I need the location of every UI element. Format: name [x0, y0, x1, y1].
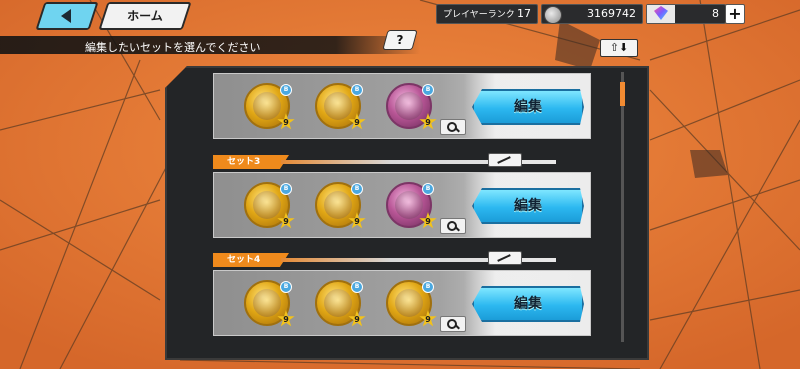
level-star: 9 — [348, 310, 366, 327]
sort-button[interactable]: ⇧⬇ — [600, 39, 638, 57]
scrollbar-track[interactable] — [621, 72, 624, 342]
help-icon: ? — [396, 33, 404, 47]
medal-badge-icon: B — [280, 183, 292, 195]
medal-badge-icon: B — [422, 84, 434, 96]
medal-icon[interactable]: B 9 — [244, 83, 295, 130]
set-name-tab: セット3 — [213, 155, 289, 169]
medal-icon[interactable]: B 9 — [244, 182, 295, 229]
set-name: セット4 — [227, 255, 261, 265]
help-button[interactable]: ? — [382, 30, 418, 50]
home-button-label: ホーム — [127, 9, 163, 23]
set-name-tab: セット4 — [213, 253, 289, 267]
coin-value: 3169742 — [587, 7, 636, 20]
level-star: 9 — [419, 113, 437, 130]
edit-button-label: 編集 — [514, 296, 542, 312]
player-rank-label: プレイヤーランク — [443, 10, 515, 20]
medal-badge-icon: B — [422, 183, 434, 195]
medal-badge-icon: B — [351, 183, 363, 195]
set-card: B 9 B 9 B 9 編集 — [213, 270, 591, 336]
gem-value: 8 — [712, 7, 719, 20]
medal-icon[interactable]: B 9 — [386, 182, 437, 229]
set-name: セット3 — [227, 157, 261, 167]
medal-badge-icon: B — [351, 281, 363, 293]
coin-icon — [544, 6, 562, 24]
instruction-text: 編集したいセットを選んでください — [85, 41, 261, 54]
coin-display: 3169742 — [541, 4, 643, 24]
level-star: 9 — [277, 310, 295, 327]
edit-set-button[interactable]: 編集 — [472, 188, 584, 224]
set-card: B 9 B 9 B 9 編集 — [213, 73, 591, 139]
edit-button-label: 編集 — [514, 99, 542, 115]
level-star: 9 — [277, 212, 295, 229]
medal-badge-icon: B — [280, 281, 292, 293]
back-button[interactable] — [35, 2, 99, 30]
edit-set-button[interactable]: 編集 — [472, 89, 584, 125]
level-star: 9 — [348, 113, 366, 130]
add-gems-button[interactable]: + — [725, 4, 745, 24]
medal-badge-icon: B — [422, 281, 434, 293]
set-card: B 9 B 9 B 9 編集 — [213, 172, 591, 238]
level-star: 9 — [419, 310, 437, 327]
level-star: 9 — [419, 212, 437, 229]
medal-icon[interactable]: B 9 — [386, 83, 437, 130]
player-rank-display: プレイヤーランク 17 — [436, 4, 538, 24]
medal-badge-icon: B — [351, 84, 363, 96]
medal-icon[interactable]: B 9 — [315, 182, 366, 229]
rename-pencil-icon[interactable] — [488, 251, 522, 265]
edit-button-label: 編集 — [514, 198, 542, 214]
medal-icon[interactable]: B 9 — [386, 280, 437, 327]
medal-icon[interactable]: B 9 — [315, 280, 366, 327]
rename-pencil-icon[interactable] — [488, 153, 522, 167]
magnify-icon[interactable] — [440, 218, 466, 234]
medal-icon[interactable]: B 9 — [244, 280, 295, 327]
back-arrow-icon — [61, 9, 71, 23]
medal-badge-icon: B — [280, 84, 292, 96]
level-star: 9 — [277, 113, 295, 130]
magnify-icon[interactable] — [440, 119, 466, 135]
level-star: 9 — [348, 212, 366, 229]
magnify-icon[interactable] — [440, 316, 466, 332]
player-rank-value: 17 — [517, 7, 531, 20]
set-header: セット3 — [213, 153, 589, 169]
medal-icon[interactable]: B 9 — [315, 83, 366, 130]
scrollbar-thumb[interactable] — [620, 82, 625, 106]
edit-set-button[interactable]: 編集 — [472, 286, 584, 322]
home-button[interactable]: ホーム — [98, 2, 192, 30]
set-header: セット4 — [213, 251, 589, 267]
gem-display: 8 — [646, 4, 726, 24]
